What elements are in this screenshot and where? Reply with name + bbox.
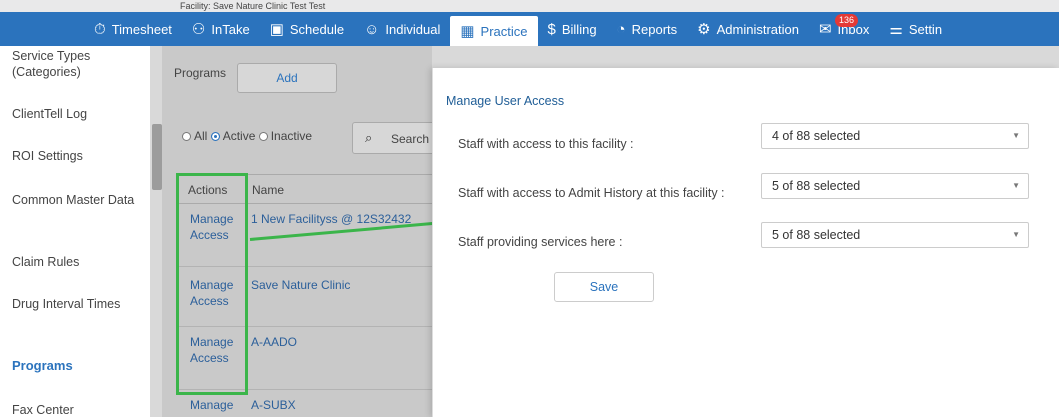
field-label-admit-history: Staff with access to Admit History at th…	[458, 186, 725, 200]
sidebar-item-roi-settings[interactable]: ROI Settings	[12, 148, 142, 164]
chevron-down-icon: ▼	[1012, 230, 1020, 239]
sliders-icon: ⚌	[889, 20, 903, 38]
nav-label: InTake	[211, 21, 250, 37]
modal-title: Manage User Access	[446, 94, 565, 108]
save-button[interactable]: Save	[554, 272, 654, 302]
sidebar-item-drug-interval-times[interactable]: Drug Interval Times	[12, 296, 142, 312]
manage-access-link[interactable]: Manage	[190, 397, 240, 413]
radio-inactive[interactable]	[258, 132, 268, 141]
chevron-down-icon: ▼	[1012, 131, 1020, 140]
sidebar-item-common-master-data[interactable]: Common Master Data	[12, 192, 142, 208]
chevron-down-icon: ▼	[1012, 181, 1020, 190]
nav-administration[interactable]: ⚙ Administration	[687, 12, 809, 46]
search-icon: ⌕	[365, 130, 373, 145]
sidebar-item-fax-center[interactable]: Fax Center	[12, 402, 142, 417]
sidebar: Service Types (Categories) ClientTell Lo…	[0, 46, 150, 417]
people-intake-icon: ⚇	[191, 20, 206, 38]
billing-doc-icon: $	[547, 20, 556, 38]
main-nav: ⏱ Timesheet ⚇ InTake ▣ Schedule ☺ Individual…	[0, 12, 1059, 46]
nav-label: Timesheet	[111, 21, 172, 37]
programs-label: Programs	[174, 66, 227, 80]
sidebar-scrollbar[interactable]	[152, 124, 162, 190]
person-icon: ☺	[364, 20, 380, 38]
calendar-icon: ▣	[269, 20, 284, 38]
sidebar-item-service-types[interactable]: Service Types (Categories)	[12, 48, 142, 80]
nav-label: Settin	[908, 21, 943, 37]
nav-label: Reports	[631, 21, 678, 37]
search-input[interactable]: ⌕ Search	[352, 122, 442, 154]
select-value: 5 of 88 selected	[772, 228, 861, 242]
nav-individual[interactable]: ☺ Individual	[354, 12, 450, 46]
nav-reports[interactable]: ◔ Reports	[607, 12, 688, 46]
facility-access-select[interactable]: 4 of 88 selected ▼	[761, 123, 1029, 149]
sidebar-item-claim-rules[interactable]: Claim Rules	[12, 254, 142, 270]
field-label-staff-providing: Staff providing services here :	[458, 235, 623, 249]
program-name-link[interactable]: A-AADO	[251, 334, 297, 350]
nav-label: Administration	[716, 21, 799, 37]
practice-icon: ▦	[460, 22, 475, 40]
nav-intake[interactable]: ⚇ InTake	[182, 12, 260, 46]
breadcrumb: Facility: Save Nature Clinic Test Test	[180, 1, 326, 11]
add-button[interactable]: Add	[237, 63, 337, 93]
staff-providing-select[interactable]: 5 of 88 selected ▼	[761, 222, 1029, 248]
admit-history-select[interactable]: 5 of 88 selected ▼	[761, 173, 1029, 199]
filter-active-option[interactable]: Active	[210, 129, 255, 143]
nav-settings[interactable]: ⚌ Settin	[879, 12, 952, 46]
radio-all[interactable]	[182, 132, 191, 141]
filter-inactive-option[interactable]: Inactive	[258, 129, 312, 143]
pie-chart-icon: ◔	[616, 20, 626, 38]
program-name-link[interactable]: Save Nature Clinic	[251, 277, 350, 293]
nav-billing[interactable]: $ Billing	[538, 12, 607, 46]
program-name-link[interactable]: 1 New Facilityss @ 12S32432	[251, 211, 411, 227]
annotation-highlight-box	[176, 173, 248, 395]
filter-all-option[interactable]: All	[182, 129, 207, 143]
inbox-icon: ✉	[818, 20, 832, 38]
status-filter: All Active Inactive	[182, 129, 312, 143]
nav-practice[interactable]: ▦ Practice	[450, 16, 538, 46]
nav-label: Practice	[480, 23, 528, 39]
search-placeholder: Search	[391, 132, 430, 146]
inbox-count-badge: 136	[834, 14, 858, 27]
manage-user-access-modal: Manage User Access Staff with access to …	[432, 68, 1059, 417]
select-value: 5 of 88 selected	[772, 179, 861, 193]
nav-label: Individual	[385, 21, 441, 37]
radio-active[interactable]	[210, 132, 220, 141]
clock-plus-icon: ⏱	[94, 20, 106, 38]
nav-label: Schedule	[289, 21, 345, 37]
gear-icon: ⚙	[697, 20, 711, 38]
nav-timesheet[interactable]: ⏱ Timesheet	[84, 12, 182, 46]
sidebar-item-programs[interactable]: Programs	[12, 358, 142, 374]
nav-label: Billing	[561, 21, 597, 37]
program-name-link[interactable]: A-SUBX	[251, 397, 296, 413]
nav-schedule[interactable]: ▣ Schedule	[260, 12, 354, 46]
sidebar-item-clienttell-log[interactable]: ClientTell Log	[12, 106, 142, 122]
field-label-facility-access: Staff with access to this facility :	[458, 137, 634, 151]
column-name: Name	[252, 183, 285, 197]
nav-inbox[interactable]: ✉ Inbox 136	[809, 12, 879, 46]
select-value: 4 of 88 selected	[772, 129, 861, 143]
